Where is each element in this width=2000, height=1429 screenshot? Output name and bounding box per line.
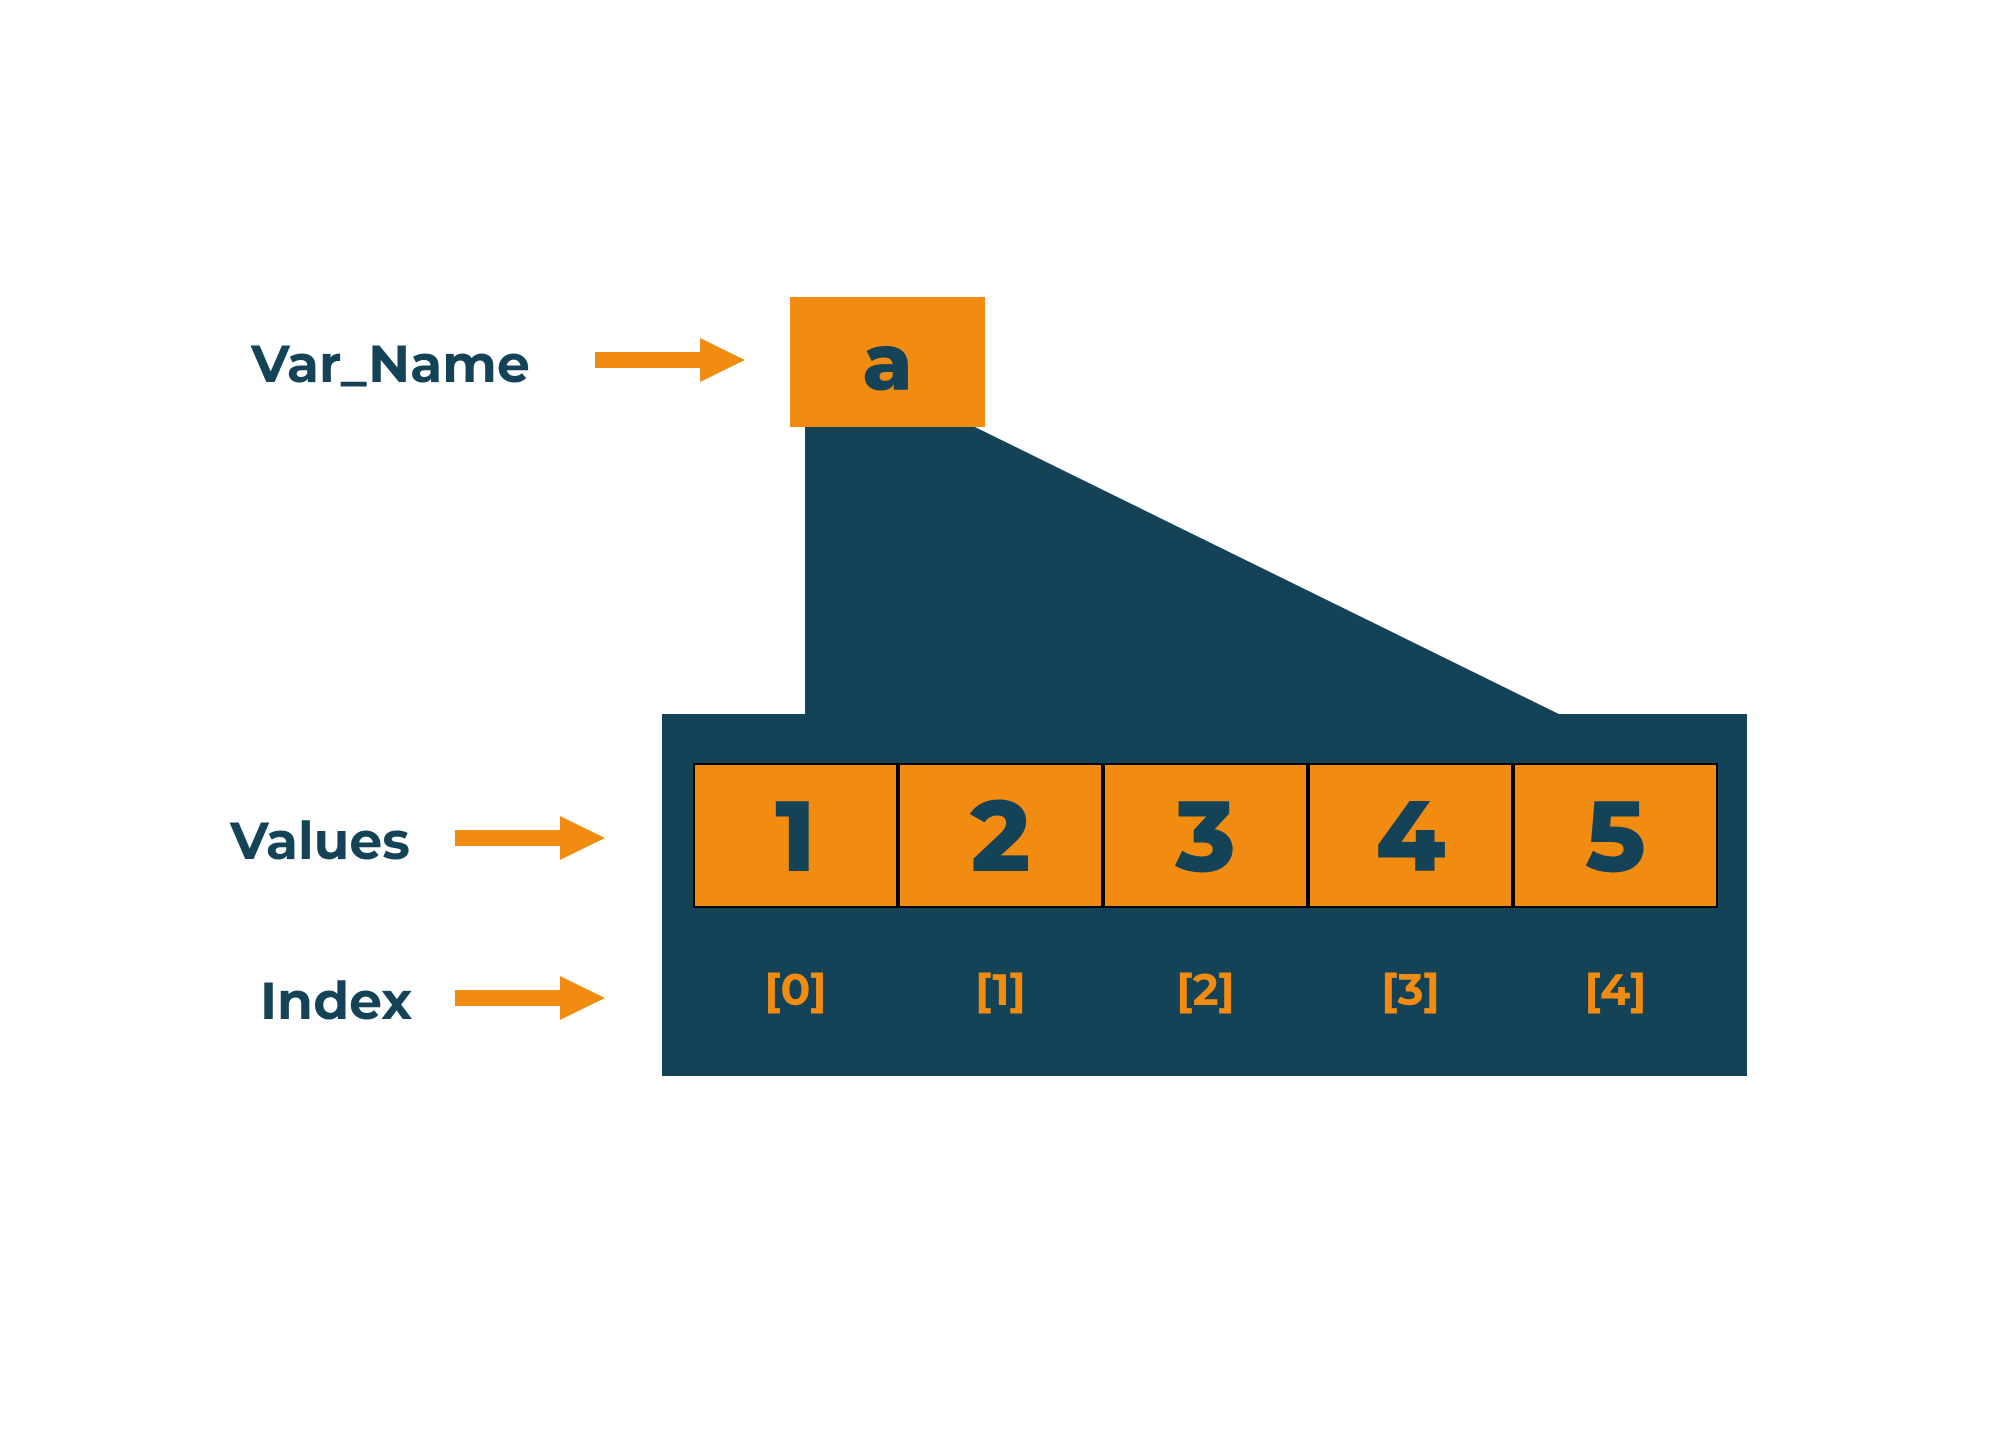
index-row: [0] [1] [2] [3] [4] <box>693 960 1718 1020</box>
arrow-icon <box>450 808 610 868</box>
index-label: [2] <box>1103 960 1308 1020</box>
label-values: Values <box>230 810 410 873</box>
value-cells-row: 1 2 3 4 5 <box>693 763 1718 908</box>
variable-name-box: a <box>790 297 985 427</box>
arrow-icon <box>450 968 610 1028</box>
index-label: [4] <box>1513 960 1718 1020</box>
index-label: [0] <box>693 960 898 1020</box>
value-cell: 4 <box>1308 763 1513 908</box>
arrow-icon <box>590 330 750 390</box>
value-cell: 1 <box>693 763 898 908</box>
connector-shape <box>805 427 1565 717</box>
label-index: Index <box>260 970 412 1033</box>
value-cell: 2 <box>898 763 1103 908</box>
value-cell: 3 <box>1103 763 1308 908</box>
label-var-name: Var_Name <box>251 333 530 396</box>
index-label: [1] <box>898 960 1103 1020</box>
index-label: [3] <box>1308 960 1513 1020</box>
value-cell: 5 <box>1513 763 1718 908</box>
